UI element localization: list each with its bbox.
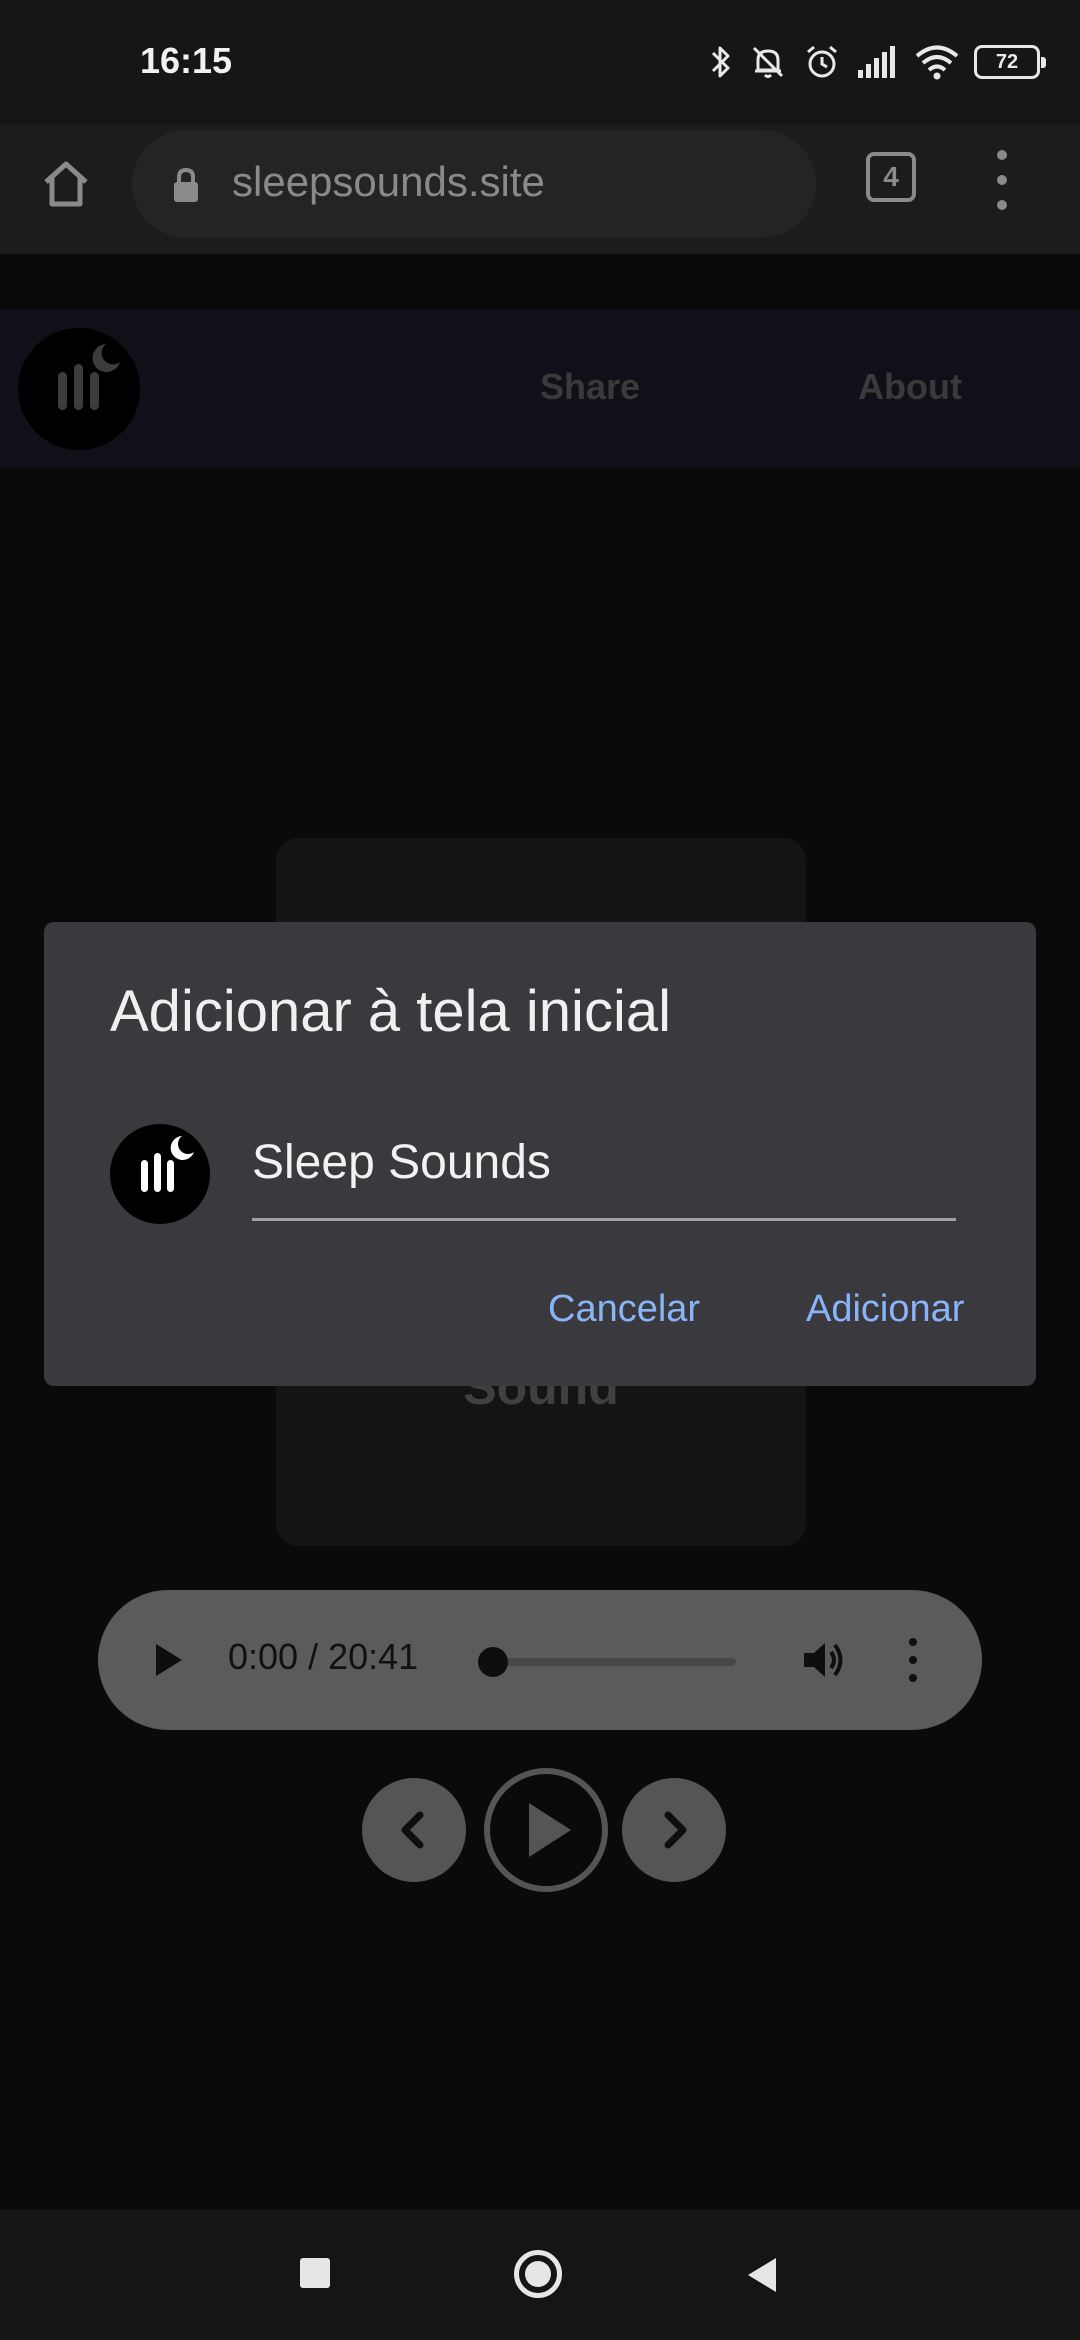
back-button[interactable] [744, 2256, 778, 2299]
play-button[interactable] [484, 1768, 608, 1892]
home-icon [44, 161, 88, 207]
back-triangle-icon [748, 2258, 776, 2292]
input-underline [252, 1218, 956, 1221]
audio-progress-track[interactable] [478, 1658, 736, 1666]
previous-button[interactable] [362, 1778, 466, 1882]
screen: 16:15 72 sleepsounds.site 4 Share About … [0, 0, 1080, 2340]
browser-menu-button[interactable] [980, 150, 1024, 210]
audio-volume-button[interactable] [800, 1636, 848, 1689]
app-name-input[interactable] [252, 1132, 956, 1192]
app-icon [110, 1124, 210, 1224]
menu-dot [997, 175, 1007, 185]
recents-button[interactable] [300, 2258, 330, 2288]
add-button[interactable]: Adicionar [806, 1288, 964, 1331]
nav-about-link[interactable]: About [858, 366, 962, 408]
play-icon [156, 1644, 182, 1676]
chevron-left-icon [401, 1811, 424, 1849]
status-bar: 16:15 72 [0, 0, 1080, 124]
notifications-off-icon [748, 42, 788, 82]
url-text: sleepsounds.site [232, 158, 545, 205]
system-nav-bar [0, 2210, 1080, 2340]
home-circle-icon [525, 2261, 551, 2287]
more-dot [909, 1638, 917, 1646]
site-logo[interactable] [18, 328, 140, 450]
status-icons: 72 [708, 38, 1046, 86]
nav-share-link[interactable]: Share [540, 366, 640, 408]
menu-dot [997, 200, 1007, 210]
tab-count: 4 [883, 161, 899, 192]
chevron-right-icon [664, 1811, 687, 1849]
lock-icon [170, 166, 202, 211]
audio-play-button[interactable] [152, 1640, 186, 1685]
play-triangle-icon [529, 1803, 571, 1857]
menu-dot [997, 150, 1007, 160]
sleep-sounds-app-icon [141, 1136, 194, 1192]
bluetooth-icon [708, 42, 734, 82]
audio-time: 0:00 / 20:41 [228, 1636, 419, 1677]
audio-player: 0:00 / 20:41 [98, 1590, 982, 1730]
more-dot [909, 1674, 917, 1682]
more-dot [909, 1656, 917, 1664]
audio-more-button[interactable] [908, 1638, 918, 1682]
wifi-icon [914, 42, 960, 82]
site-header: Share About [0, 310, 1080, 468]
signal-icon [856, 42, 900, 82]
volume-icon [804, 1643, 843, 1677]
audio-progress-thumb[interactable] [478, 1647, 508, 1677]
alarm-icon [802, 42, 842, 82]
battery-icon: 72 [974, 45, 1046, 79]
home-button[interactable] [28, 146, 104, 222]
add-to-home-dialog: Adicionar à tela inicial Cancelar Adicio… [44, 922, 1036, 1386]
url-bar[interactable]: sleepsounds.site [132, 130, 816, 238]
next-button[interactable] [622, 1778, 726, 1882]
cancel-button[interactable]: Cancelar [548, 1288, 700, 1331]
system-home-button[interactable] [514, 2250, 562, 2298]
browser-toolbar: sleepsounds.site 4 [0, 124, 1080, 254]
sleep-sounds-logo-icon [58, 344, 120, 410]
tabs-button[interactable]: 4 [866, 152, 916, 202]
battery-level: 72 [995, 50, 1019, 73]
dialog-title: Adicionar à tela inicial [110, 979, 671, 1044]
status-time: 16:15 [140, 40, 233, 81]
